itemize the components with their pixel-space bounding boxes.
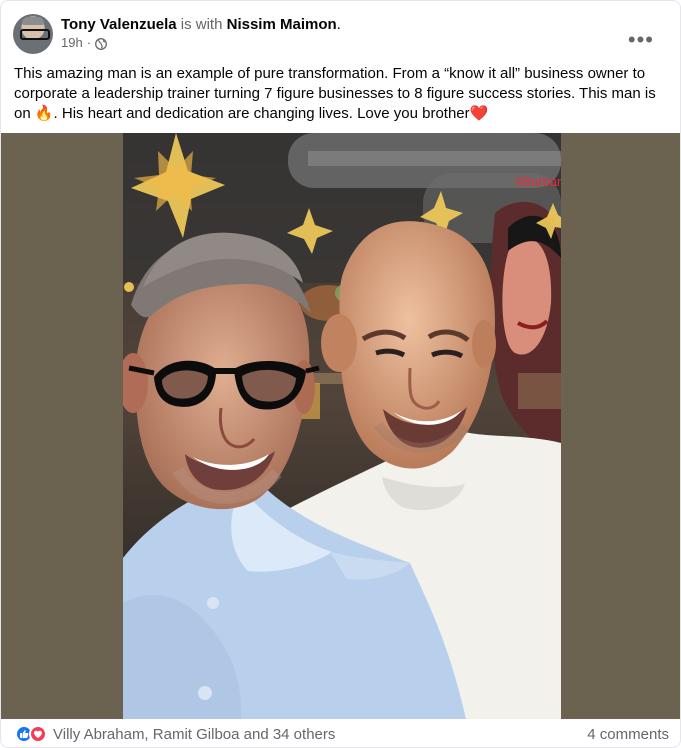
author-name[interactable]: Tony Valenzuela: [61, 16, 177, 33]
post-body-text: This amazing man is an example of pure t…: [14, 64, 659, 124]
author-avatar[interactable]: [13, 14, 53, 54]
comments-link[interactable]: 4 comments: [587, 726, 669, 743]
post-text-part2: . His heart and dedication are changing …: [53, 105, 470, 122]
post-footer: Villy Abraham, Ramit Gilboa and 34 other…: [1, 719, 680, 747]
more-options-icon[interactable]: •••: [628, 29, 654, 51]
heart-emoji: ❤️: [469, 105, 489, 122]
post-photo[interactable]: #Burbank: [123, 133, 561, 719]
facebook-post: Tony Valenzuela is with Nissim Maimon. 1…: [0, 0, 681, 748]
reaction-names-text[interactable]: Villy Abraham, Ramit Gilboa and 34 other…: [53, 726, 335, 743]
dot-separator: ·: [86, 35, 92, 50]
reactions-summary[interactable]: Villy Abraham, Ramit Gilboa and 34 other…: [15, 725, 335, 743]
post-time[interactable]: 19h: [61, 34, 83, 52]
love-icon: [29, 725, 47, 743]
burbank-sign: #Burbank: [515, 174, 561, 189]
author-line-period: .: [336, 16, 341, 33]
photo-container[interactable]: #Burbank: [1, 133, 680, 719]
tagged-person[interactable]: Nissim Maimon: [227, 16, 337, 33]
fire-emoji: 🔥: [34, 105, 54, 122]
with-text: is with: [180, 16, 223, 33]
post-subline: 19h ·: [61, 34, 341, 52]
globe-icon: [95, 37, 107, 50]
author-line: Tony Valenzuela is with Nissim Maimon.: [61, 16, 341, 34]
post-meta: Tony Valenzuela is with Nissim Maimon. 1…: [61, 16, 341, 52]
post-header: Tony Valenzuela is with Nissim Maimon. 1…: [13, 13, 668, 55]
